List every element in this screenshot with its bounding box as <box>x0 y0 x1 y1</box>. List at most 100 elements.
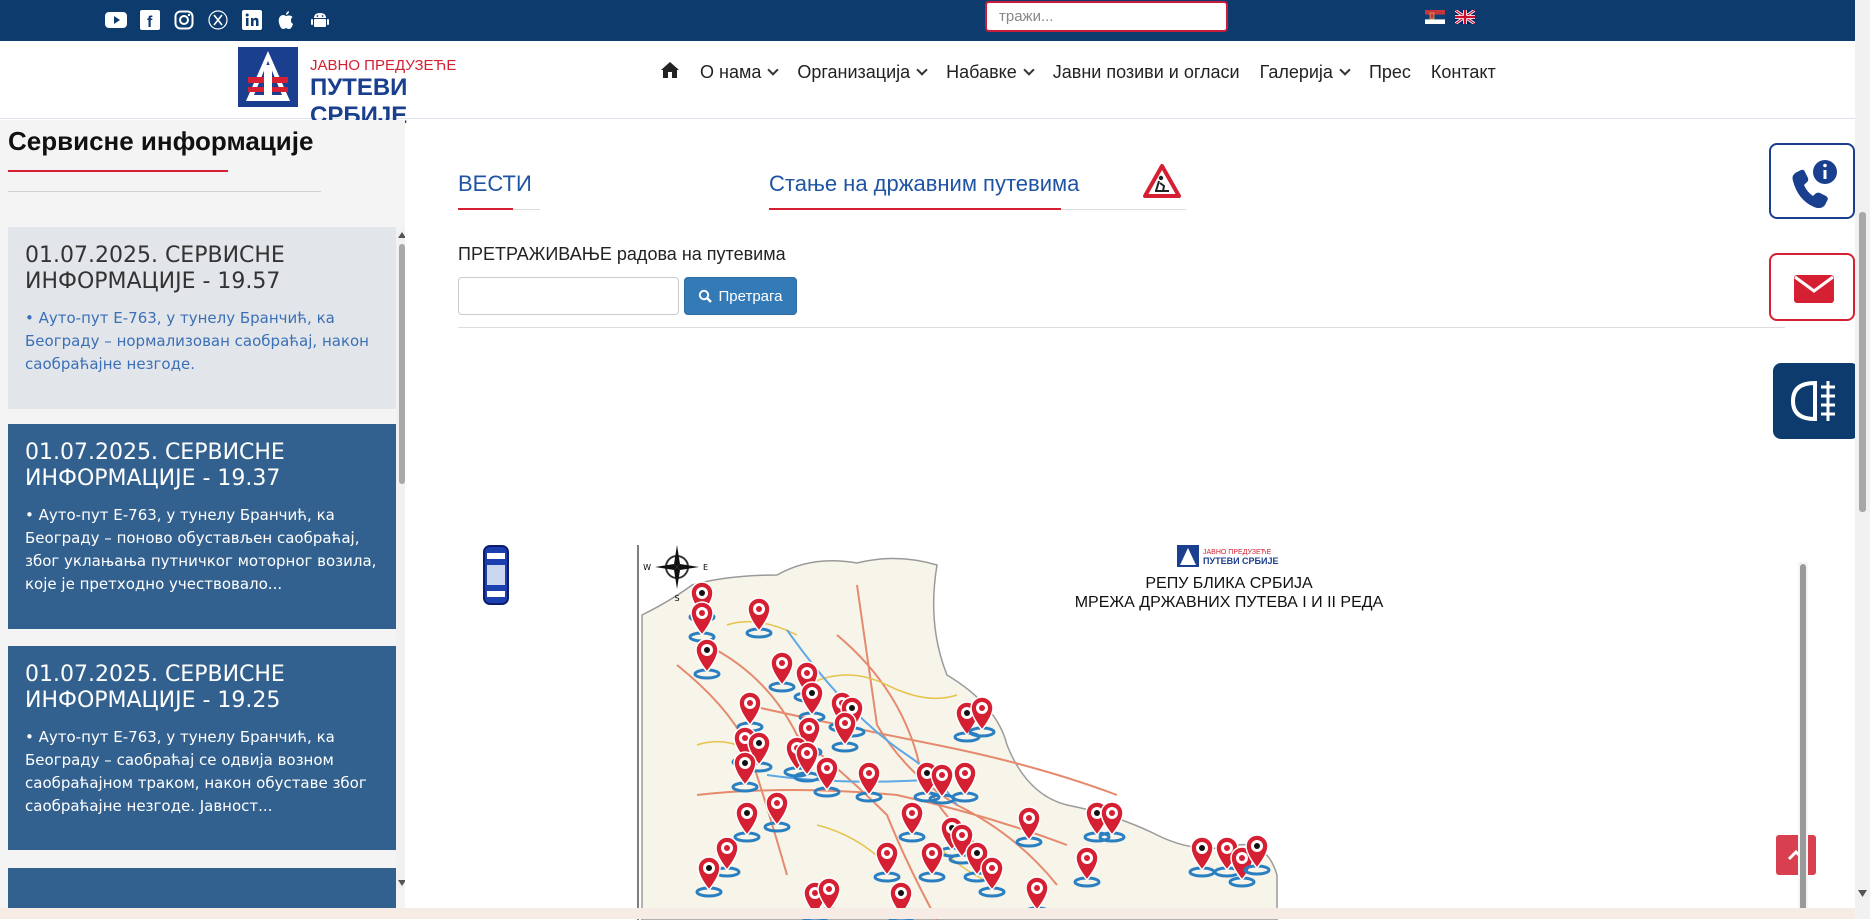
nav-item-about[interactable]: О нама <box>700 62 780 83</box>
instagram-icon[interactable] <box>172 8 196 32</box>
chevron-down-icon <box>767 64 780 76</box>
headlights-icon <box>1790 380 1835 422</box>
chevron-down-icon <box>1023 64 1035 76</box>
tab-underline <box>458 208 513 210</box>
map-logo-line2: ПУТЕВИ СРБИЈЕ <box>1203 556 1279 566</box>
road-works-marker-icon <box>1243 834 1271 876</box>
divider <box>513 209 540 210</box>
map-logo: ЈАВНО ПРЕДУЗЕЋЕ ПУТЕВИ СРБИЈЕ <box>1177 545 1279 567</box>
news-text: • Ауто-пут Е-763, у тунелу Бранчић, ка Б… <box>25 506 377 593</box>
road-works-marker-icon <box>736 691 764 733</box>
main-menu: О нама Организација Набавке Јавни позиви… <box>660 61 1496 84</box>
map-zoom-control[interactable] <box>483 545 509 605</box>
road-works-marker-icon <box>731 751 759 793</box>
home-icon[interactable] <box>660 61 680 84</box>
road-works-marker-icon <box>768 651 796 693</box>
social-links: f <box>104 8 332 32</box>
road-works-marker-icon <box>1073 846 1101 888</box>
nav-item-label: Организација <box>797 62 911 82</box>
search-icon <box>699 289 713 303</box>
news-title: 01.07.2025. СЕРВИСНЕ ИНФОРМАЦИЈЕ - 19.37 <box>25 440 285 491</box>
youtube-icon[interactable] <box>104 8 128 32</box>
road-works-marker-icon <box>733 801 761 843</box>
title-underline <box>8 170 228 172</box>
works-search-button[interactable]: Претрага <box>684 277 797 315</box>
svg-text:f: f <box>147 14 153 30</box>
works-search-input[interactable] <box>458 277 679 315</box>
scroll-to-top-button[interactable] <box>1776 835 1816 875</box>
news-title: 01.07.2025. СЕРВИСНЕ ИНФОРМАЦИЈЕ - 19.57 <box>25 243 285 294</box>
road-works-marker-icon <box>688 601 716 643</box>
site-search-input[interactable] <box>985 1 1228 32</box>
road-works-marker-icon <box>1188 836 1216 878</box>
road-works-marker-icon <box>898 801 926 843</box>
road-works-marker-icon <box>695 856 723 898</box>
tab-road-conditions[interactable]: Стање на државним путевима <box>769 171 1079 197</box>
android-icon[interactable] <box>308 8 332 32</box>
road-works-marker-icon <box>1015 806 1043 848</box>
road-works-marker-icon <box>978 856 1006 898</box>
nav-item-press[interactable]: Прес <box>1369 62 1411 83</box>
sidebar-title: Сервисне информације <box>8 126 314 156</box>
news-item[interactable] <box>8 868 396 910</box>
works-search-label: ПРЕТРАЖИВАЊЕ радова на путевима <box>458 244 786 264</box>
news-item[interactable]: 01.07.2025. СЕРВИСНЕ ИНФОРМАЦИЈЕ - 19.57… <box>8 227 396 409</box>
road-works-marker-icon <box>968 696 996 738</box>
nav-item-gallery[interactable]: Галерија <box>1260 62 1351 83</box>
tab-news[interactable]: ВЕСТИ <box>458 171 532 197</box>
x-icon[interactable] <box>206 8 230 32</box>
works-search-button-label: Претрага <box>718 287 783 305</box>
news-item[interactable]: 01.07.2025. СЕРВИСНЕ ИНФОРМАЦИЈЕ - 19.25… <box>8 646 396 850</box>
nav-item-label: Јавни позиви и огласи <box>1052 62 1240 82</box>
compass-e-label: E <box>703 563 708 572</box>
news-title: 01.07.2025. СЕРВИСНЕ ИНФОРМАЦИЈЕ - 19.25 <box>25 662 285 713</box>
road-works-marker-icon <box>813 756 841 798</box>
road-works-marker-icon <box>951 761 979 803</box>
page-scrollbar[interactable] <box>1855 0 1870 919</box>
linkedin-icon[interactable] <box>240 8 264 32</box>
sidebar-scrollbar[interactable] <box>396 230 405 888</box>
top-bar: f <box>0 0 1870 41</box>
road-works-marker-icon <box>793 741 821 783</box>
map-title-line2: МРЕЖА ДРЖАВНИХ ПУТЕВА I И II РЕДА <box>1075 594 1384 611</box>
road-works-marker-icon <box>855 761 883 803</box>
news-item[interactable]: 01.07.2025. СЕРВИСНЕ ИНФОРМАЦИЈЕ - 19.37… <box>8 424 396 629</box>
logo-line1: ЈАВНО ПРЕДУЗЕЋЕ <box>310 57 457 74</box>
service-info-sidebar: Сервисне информације 01.07.2025. СЕРВИСН… <box>0 120 405 910</box>
phone-info-icon <box>1792 160 1837 209</box>
road-works-marker-icon <box>693 638 721 680</box>
main-content: ВЕСТИ Стање на државним путевима ПРЕТРАЖ… <box>405 120 1785 920</box>
road-works-marker-icon <box>918 841 946 883</box>
flag-serbia-icon[interactable] <box>1425 10 1445 24</box>
divider <box>1061 209 1186 210</box>
headlights-button[interactable] <box>1773 363 1859 439</box>
road-works-sign-icon <box>1143 164 1181 198</box>
serbia-road-network-map: N S E W ЈАВНО ПРЕДУЗЕЋЕ ПУТЕВИ СРБИЈЕ РЕ… <box>637 545 1384 920</box>
flag-uk-icon[interactable] <box>1455 10 1475 24</box>
tab-underline <box>769 208 1061 210</box>
nav-item-label: Прес <box>1368 62 1411 82</box>
road-works-marker-icon <box>1098 801 1126 843</box>
nav-item-procurement[interactable]: Набавке <box>946 62 1035 83</box>
nav-item-label: О нама <box>700 62 762 82</box>
facebook-icon[interactable]: f <box>138 8 162 32</box>
divider <box>8 191 321 192</box>
nav-item-organization[interactable]: Организација <box>797 62 928 83</box>
road-works-marker-icon <box>798 681 826 723</box>
map-logo-line1: ЈАВНО ПРЕДУЗЕЋЕ <box>1203 549 1272 556</box>
apple-icon[interactable] <box>274 8 298 32</box>
logo-emblem-icon <box>238 47 298 107</box>
nav-item-label: Набавке <box>946 62 1017 82</box>
nav-item-public-calls[interactable]: Јавни позиви и огласи <box>1053 62 1240 83</box>
road-works-marker-icon <box>873 841 901 883</box>
map-scrollbar[interactable] <box>1798 562 1808 912</box>
language-switcher <box>1425 10 1475 24</box>
email-button[interactable] <box>1769 253 1855 321</box>
road-map[interactable]: N S E W ЈАВНО ПРЕДУЗЕЋЕ ПУТЕВИ СРБИЈЕ РЕ… <box>405 420 1785 920</box>
nav-item-contact[interactable]: Контакт <box>1431 62 1496 83</box>
road-works-marker-icon <box>763 791 791 833</box>
compass-w-label: W <box>643 563 651 572</box>
main-navbar: ЈАВНО ПРЕДУЗЕЋЕ ПУТЕВИ СРБИЈЕ О нама Орг… <box>0 41 1855 129</box>
phone-info-button[interactable] <box>1769 143 1855 219</box>
site-logo[interactable]: ЈАВНО ПРЕДУЗЕЋЕ ПУТЕВИ СРБИЈЕ <box>238 47 508 129</box>
